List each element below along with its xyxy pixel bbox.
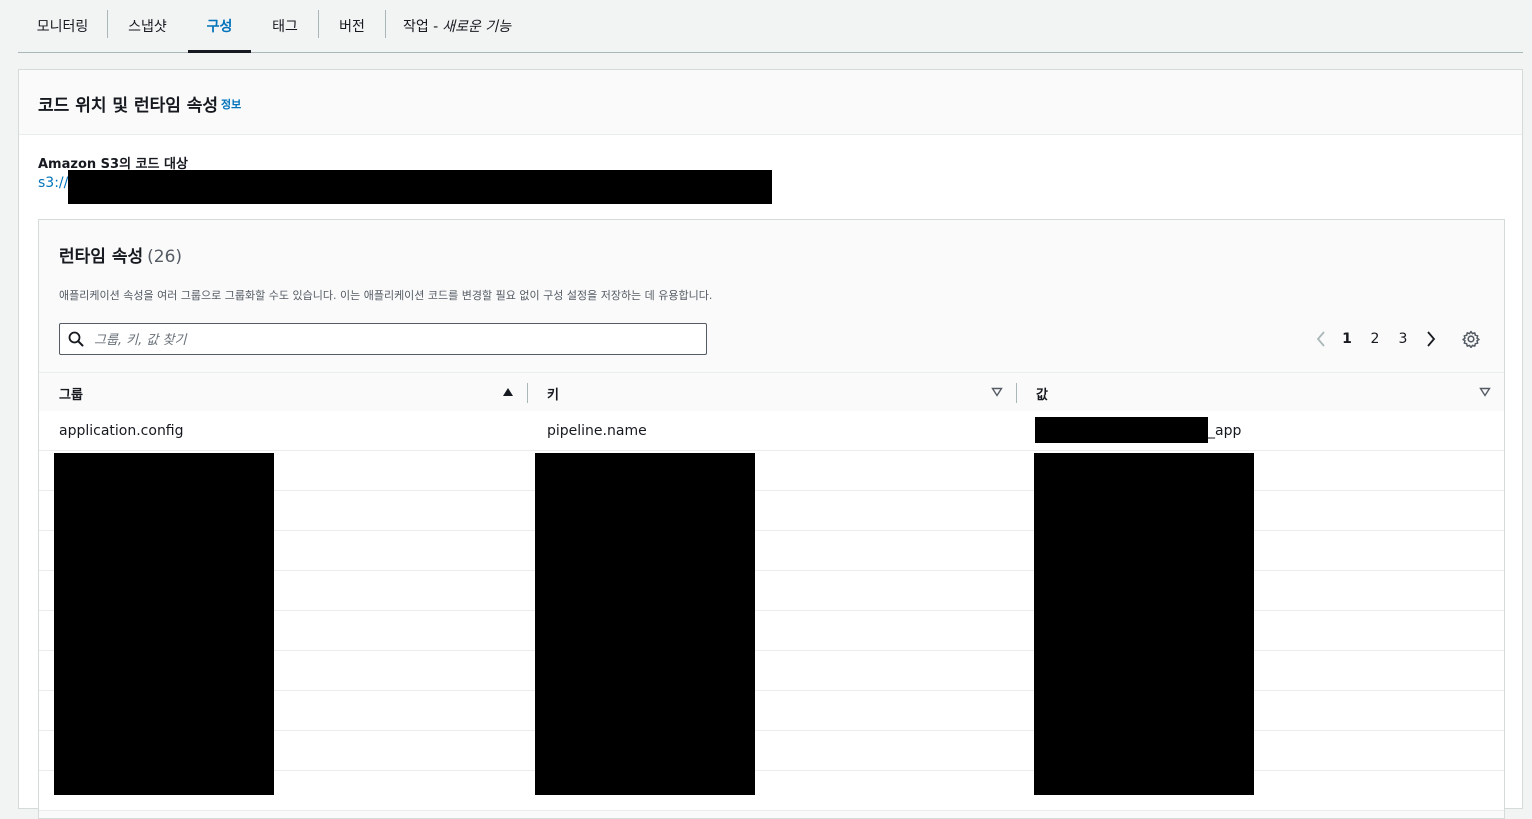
- tab-tags-label: 태그: [272, 19, 298, 35]
- code-location-panel: 코드 위치 및 런타임 속성 정보 Amazon S3의 코드 대상 s3://…: [18, 69, 1523, 819]
- tab-operations-label: 작업 -: [402, 19, 439, 35]
- page-button-3[interactable]: 3: [1395, 328, 1411, 350]
- chevron-left-icon: [1316, 331, 1325, 347]
- column-resizer[interactable]: [1016, 383, 1017, 403]
- cell-key: pipeline.name: [547, 423, 647, 439]
- sort-unsorted-icon[interactable]: [1479, 387, 1491, 397]
- tab-configuration-label: 구성: [206, 19, 233, 35]
- runtime-properties-container: 런타임 속성 (26) 애플리케이션 속성을 여러 그룹으로 그룹화할 수도 있습…: [38, 219, 1505, 819]
- column-header-group[interactable]: 그룹: [59, 384, 83, 403]
- redacted-s3-path: [68, 170, 772, 204]
- chevron-right-icon: [1427, 331, 1436, 347]
- panel-title: 코드 위치 및 런타임 속성: [38, 96, 219, 116]
- tab-operations[interactable]: 작업 - 새로운 기능: [386, 0, 528, 52]
- sort-unsorted-icon[interactable]: [991, 387, 1003, 397]
- next-page-button[interactable]: [1423, 328, 1439, 350]
- runtime-properties-title: 런타임 속성 (26): [59, 242, 182, 267]
- tab-operations-new-badge: 새로운 기능: [442, 19, 512, 35]
- runtime-properties-count: (26): [147, 247, 183, 267]
- tab-monitoring[interactable]: 모니터링: [18, 0, 107, 52]
- cell-group: application.config: [59, 423, 184, 439]
- runtime-properties-description: 애플리케이션 속성을 여러 그룹으로 그룹화할 수도 있습니다. 이는 애플리케…: [59, 289, 713, 302]
- search-icon: [68, 331, 84, 347]
- redacted-value: [1035, 417, 1208, 443]
- redacted-value-column: [1034, 453, 1254, 795]
- sort-ascending-icon[interactable]: [502, 387, 514, 397]
- search-box: [59, 323, 707, 355]
- tab-snapshots[interactable]: 스냅샷: [108, 0, 187, 52]
- column-header-value[interactable]: 값: [1036, 384, 1048, 403]
- cell-value: _app: [1208, 423, 1242, 439]
- search-input[interactable]: [92, 325, 696, 355]
- tab-versions[interactable]: 버전: [319, 0, 385, 52]
- prev-page-button[interactable]: [1313, 328, 1329, 350]
- redacted-key-column: [535, 453, 755, 795]
- tab-monitoring-label: 모니터링: [36, 19, 89, 35]
- table-header: 그룹 키 값: [39, 372, 1504, 413]
- column-header-key[interactable]: 키: [547, 384, 559, 403]
- info-link[interactable]: 정보: [221, 96, 241, 112]
- tab-versions-label: 버전: [339, 19, 365, 35]
- gear-icon: [1462, 330, 1480, 348]
- tab-tags[interactable]: 태그: [252, 0, 318, 52]
- page-button-1[interactable]: 1: [1339, 328, 1355, 350]
- column-resizer[interactable]: [527, 383, 528, 403]
- preferences-button[interactable]: [1460, 328, 1482, 350]
- runtime-properties-heading: 런타임 속성: [59, 247, 144, 267]
- tab-snapshots-label: 스냅샷: [128, 19, 167, 35]
- page-button-2[interactable]: 2: [1367, 328, 1383, 350]
- tab-bar: 모니터링 스냅샷 구성 태그 버전 작업 - 새로운 기능: [18, 0, 1523, 53]
- panel-header: 코드 위치 및 런타임 속성 정보: [19, 70, 1522, 135]
- table-row: application.config pipeline.name _app: [39, 411, 1504, 451]
- s3-code-target-link[interactable]: s3://: [38, 175, 68, 191]
- redacted-group-column: [54, 453, 274, 795]
- tab-configuration[interactable]: 구성: [188, 0, 251, 53]
